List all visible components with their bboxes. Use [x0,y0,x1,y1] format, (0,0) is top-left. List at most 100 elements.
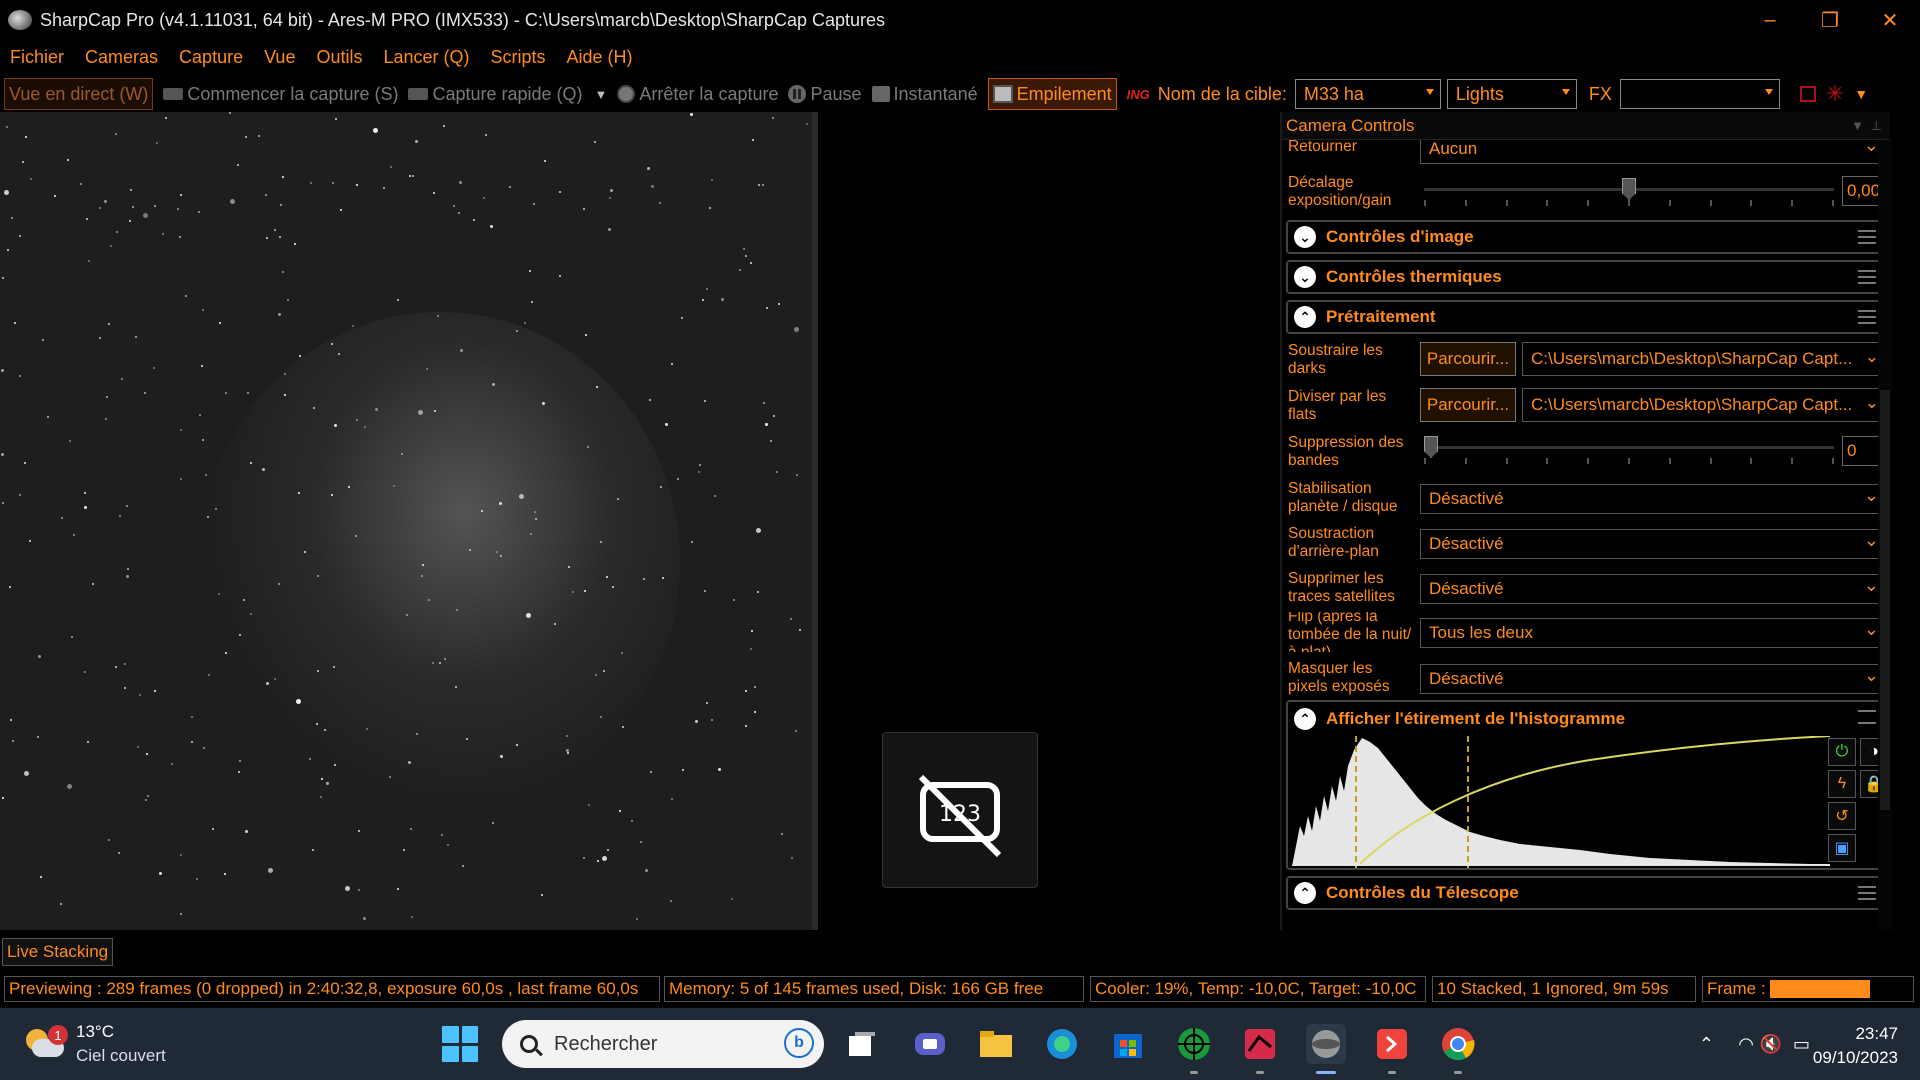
target-name-combo[interactable]: M33 ha [1294,79,1441,109]
wifi-icon[interactable]: ◠ [1738,1034,1754,1055]
reset-icon[interactable]: ↺ [1828,802,1856,830]
star [772,117,774,119]
chevron-down-icon[interactable]: ▼ [595,87,608,102]
star [671,798,673,800]
star [239,634,241,636]
chevron-up-icon[interactable]: ⌃ [1699,1034,1714,1055]
power-icon[interactable]: ⏻ [1828,738,1856,766]
taskbar-search[interactable]: Rechercher b [502,1020,824,1068]
flats-browse-button[interactable]: Parcourir... [1420,388,1516,422]
star [651,185,654,188]
fx-select[interactable] [1619,79,1780,109]
bing-icon[interactable]: b [784,1028,814,1058]
chrome-browser-icon[interactable] [1438,1024,1478,1074]
clock[interactable]: 23:47 09/10/2023 [1813,1022,1898,1070]
region-icon[interactable] [1799,86,1816,102]
menu-icon[interactable] [1858,230,1876,244]
battery-icon[interactable]: ▭ [1793,1034,1810,1055]
section-thermal-controls[interactable]: ⌄ Contrôles thermiques [1286,260,1888,294]
menu-aide[interactable]: Aide (H) [567,47,633,68]
menu-lancer[interactable]: Lancer (Q) [383,47,469,68]
slider-thumb[interactable] [1622,178,1636,200]
phd2-guiding-icon[interactable] [1174,1024,1214,1074]
star [40,876,42,878]
star [432,662,434,664]
microsoft-store-icon[interactable] [1108,1024,1148,1064]
chevron-down-icon[interactable]: ⌄ [1294,226,1316,248]
slider-thumb[interactable] [1424,436,1438,458]
mask-select[interactable]: Désactivé [1420,664,1890,694]
teams-chat-icon[interactable] [910,1024,950,1064]
menu-fichier[interactable]: Fichier [10,47,64,68]
flip-after-select[interactable]: Tous les deux [1420,618,1888,648]
star [541,894,543,896]
chevron-down-icon[interactable]: ▼ [1851,118,1864,133]
menu-vue[interactable]: Vue [264,47,295,68]
volume-muted-icon[interactable]: 🔇 [1760,1034,1782,1055]
flip-after-row: Flip (après la tombée de la nuit/à plat)… [1288,612,1888,652]
star [296,699,301,704]
stacking-button[interactable]: Empilement [987,78,1117,110]
menu-icon[interactable] [1858,270,1876,284]
histogram-chart[interactable] [1290,736,1830,868]
pause-button[interactable]: Pause [788,78,862,110]
darks-path-select[interactable]: C:\Users\marcb\Desktop\SharpCap Capt... [1522,342,1890,376]
histogram-header[interactable]: ⌃ Afficher l'étirement de l'histogramme [1288,702,1886,736]
menu-outils[interactable]: Outils [316,47,362,68]
menu-scripts[interactable]: Scripts [491,47,546,68]
menu-icon[interactable] [1858,886,1876,900]
start-capture-button[interactable]: Commencer la capture (S) [163,78,398,110]
file-explorer-icon[interactable] [976,1024,1016,1064]
image-viewer[interactable]: 123 [0,112,1280,930]
section-image-controls[interactable]: ⌄ Contrôles d'image [1286,220,1888,254]
edge-browser-icon[interactable] [1042,1024,1082,1064]
frame-type-select[interactable]: Lights [1446,79,1577,109]
ing-icon[interactable]: ING [1127,87,1150,102]
snapshot-button[interactable]: Instantané [871,78,978,110]
close-button[interactable]: ✕ [1860,0,1920,40]
flats-label: Diviser par les flats [1288,388,1387,423]
star [721,298,724,301]
background-select[interactable]: Désactivé [1420,529,1890,559]
scrollbar-thumb[interactable] [1880,390,1890,810]
menu-icon[interactable] [1858,710,1876,724]
menu-icon[interactable] [1858,310,1876,324]
sharpcap-taskbar-icon[interactable] [1306,1024,1346,1074]
menu-capture[interactable]: Capture [179,47,243,68]
chevron-up-icon[interactable]: ⌃ [1294,882,1316,904]
stop-capture-button[interactable]: Arrêter la capture [617,78,778,110]
save-icon[interactable]: ▣ [1828,834,1856,862]
banding-slider[interactable] [1424,436,1834,466]
section-preprocessing[interactable]: ⌃ Prétraitement [1286,300,1888,334]
frame-status-label: Frame : [1707,979,1766,998]
restore-button[interactable]: ❐ [1800,0,1860,40]
live-view-button[interactable]: Vue en direct (W) [4,78,154,110]
astro-app-icon[interactable] [1240,1024,1280,1074]
chevron-down-icon[interactable]: ⌄ [1294,266,1316,288]
darks-browse-button[interactable]: Parcourir... [1420,342,1516,376]
minimize-button[interactable]: – [1740,0,1800,40]
quick-capture-button[interactable]: Capture rapide (Q) ▼ [408,78,607,110]
planet-select[interactable]: Désactivé [1420,484,1890,514]
chevron-down-icon[interactable]: ▼ [1854,86,1868,102]
satellite-select[interactable]: Désactivé [1420,574,1890,604]
anydesk-icon[interactable] [1372,1024,1412,1074]
star [180,854,182,856]
live-stacking-tab[interactable]: Live Stacking [2,938,114,966]
task-view-icon[interactable] [842,1024,882,1064]
menu-cameras[interactable]: Cameras [85,47,158,68]
flats-path-select[interactable]: C:\Users\marcb\Desktop\SharpCap Capt... [1522,388,1890,422]
flip-select[interactable]: Aucun [1420,140,1890,164]
pin-icon[interactable]: ⊥ [1871,118,1882,134]
background-value: Désactivé [1429,534,1504,553]
exposure-offset-slider[interactable] [1424,178,1834,208]
section-telescope[interactable]: ⌃ Contrôles du Télescope [1286,876,1888,910]
no-display-icon[interactable]: 123 [882,732,1038,888]
chevron-up-icon[interactable]: ⌃ [1294,708,1316,730]
reticle-icon[interactable]: ✳ [1826,81,1844,107]
windows-start-icon[interactable] [442,1026,478,1062]
lightning-icon[interactable]: ϟ [1828,770,1856,798]
weather-widget[interactable]: 1 13°C Ciel couvert [26,1020,166,1068]
panel-scrollbar[interactable] [1878,140,1892,930]
chevron-up-icon[interactable]: ⌃ [1294,306,1316,328]
